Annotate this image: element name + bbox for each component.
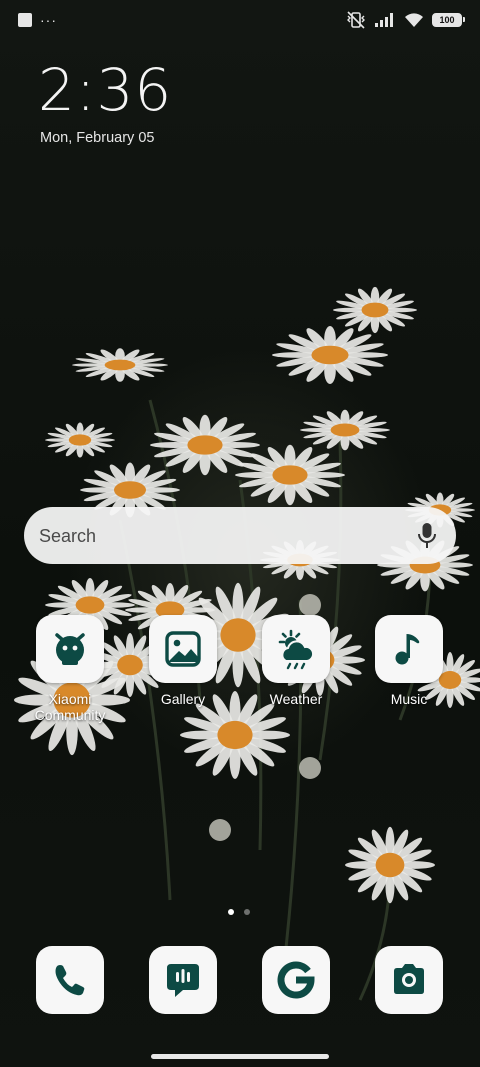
weather-tile[interactable] — [262, 615, 330, 683]
page-indicator[interactable] — [228, 909, 250, 915]
battery-level: 100 — [439, 15, 455, 25]
app-label-gallery: Gallery — [160, 691, 206, 707]
search-placeholder: Search — [39, 526, 97, 546]
page-dot-active — [228, 909, 234, 915]
app-weather[interactable]: Weather — [241, 615, 351, 707]
app-label-weather: Weather — [269, 691, 323, 707]
music-tile[interactable] — [375, 615, 443, 683]
xiaomi-community-tile[interactable] — [36, 615, 104, 683]
signal-icon — [375, 13, 393, 27]
status-bar: ··· 100 — [0, 0, 480, 42]
more-notifications-icon: ··· — [40, 12, 57, 28]
search-bar[interactable]: Search — [24, 507, 456, 564]
gallery-tile[interactable] — [149, 615, 217, 683]
google-icon — [277, 961, 315, 999]
dock-messages[interactable] — [149, 946, 217, 1014]
app-label-music: Music — [390, 691, 428, 707]
app-music[interactable]: Music — [354, 615, 464, 707]
camera-icon — [394, 964, 424, 994]
app-xiaomi-community[interactable]: Xiaomi Community — [15, 615, 125, 723]
messages-icon — [167, 964, 199, 997]
notification-square-icon — [18, 13, 32, 27]
dock-phone[interactable] — [36, 946, 104, 1014]
dock-camera[interactable] — [375, 946, 443, 1014]
weather-icon — [278, 629, 315, 670]
page-dot — [244, 909, 250, 915]
gallery-icon — [165, 631, 201, 667]
clock-time[interactable]: 2:36 — [38, 56, 172, 124]
vibrate-off-icon — [347, 11, 365, 29]
music-icon — [395, 634, 420, 665]
app-label-xiaomi-community: Xiaomi Community — [34, 691, 106, 723]
mic-icon[interactable] — [416, 521, 438, 551]
clock-date[interactable]: Mon, February 05 — [40, 130, 154, 146]
app-gallery[interactable]: Gallery — [128, 615, 238, 707]
gesture-home-bar[interactable] — [151, 1054, 329, 1059]
wifi-icon — [405, 13, 423, 27]
battery-icon: 100 — [432, 13, 465, 27]
dock-google[interactable] — [262, 946, 330, 1014]
xiaomi-community-icon — [55, 633, 85, 665]
phone-icon — [55, 965, 85, 996]
